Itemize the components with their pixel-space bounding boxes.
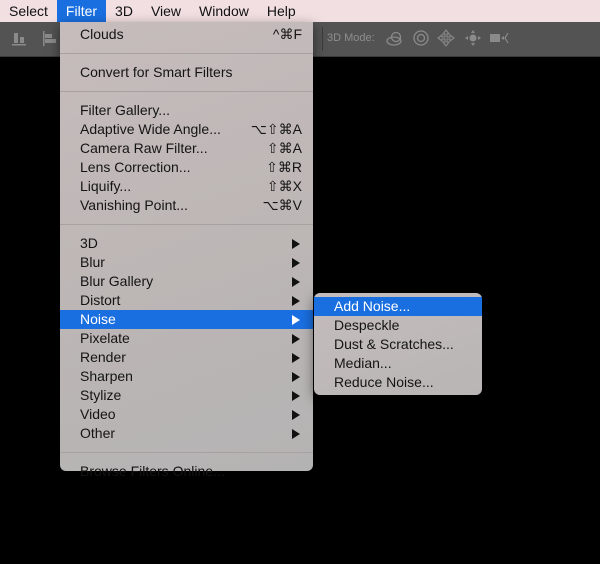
menu-item-vanishing-point[interactable]: Vanishing Point... ⌥⌘V	[60, 196, 313, 215]
menu-item-label: Distort	[80, 292, 121, 308]
menu-item-label: Blur	[80, 254, 105, 270]
submenu-arrow-icon	[292, 372, 300, 382]
menu-item-render[interactable]: Render	[60, 348, 313, 367]
submenu-arrow-icon	[292, 429, 300, 439]
menu-item-pixelate[interactable]: Pixelate	[60, 329, 313, 348]
menu-item-label: Sharpen	[80, 368, 133, 384]
menu-item-label: Adaptive Wide Angle...	[80, 121, 221, 137]
menu-separator	[60, 452, 313, 453]
menu-item-label: Liquify...	[80, 178, 132, 194]
shortcut: ⇧⌘X	[266, 178, 302, 194]
menu-item-label: Camera Raw Filter...	[80, 140, 208, 156]
menu-separator	[60, 91, 313, 92]
menu-item-label: Stylize	[80, 387, 122, 403]
shortcut: ⌥⌘V	[262, 197, 302, 213]
submenu-arrow-icon	[292, 315, 300, 325]
scale-3d-icon[interactable]	[490, 31, 510, 45]
menubar-view[interactable]: View	[142, 0, 190, 22]
menu-item-label: Video	[80, 406, 116, 422]
menu-item-stylize[interactable]: Stylize	[60, 386, 313, 405]
menubar-select[interactable]: Select	[0, 0, 57, 22]
menubar-3d[interactable]: 3D	[106, 0, 142, 22]
submenu-arrow-icon	[292, 391, 300, 401]
menu-item-label: Render	[80, 349, 126, 365]
menu-separator	[60, 53, 313, 54]
submenu-arrow-icon	[292, 239, 300, 249]
menu-item-label: Lens Correction...	[80, 159, 191, 175]
submenu-item-dust-scratches[interactable]: Dust & Scratches...	[314, 335, 482, 354]
submenu-item-median[interactable]: Median...	[314, 354, 482, 373]
3d-mode-label: 3D Mode:	[327, 32, 375, 44]
menu-item-label: Browse Filters Online...	[80, 463, 225, 479]
submenu-arrow-icon	[292, 334, 300, 344]
orbit-3d-icon[interactable]	[385, 30, 405, 48]
shortcut: ⇧⌘A	[266, 140, 302, 156]
menu-item-label: Filter Gallery...	[80, 102, 170, 118]
menu-item-lens-correction[interactable]: Lens Correction... ⇧⌘R	[60, 158, 313, 177]
noise-submenu: Add Noise... Despeckle Dust & Scratches.…	[314, 293, 482, 395]
slide-3d-icon[interactable]	[464, 29, 482, 47]
menu-item-filter-gallery[interactable]: Filter Gallery...	[60, 101, 313, 120]
menu-item-label: Convert for Smart Filters	[80, 64, 233, 80]
menu-item-label: Vanishing Point...	[80, 197, 188, 213]
submenu-arrow-icon	[292, 410, 300, 420]
toolbar-divider	[322, 27, 323, 51]
menu-item-camera-raw-filter[interactable]: Camera Raw Filter... ⇧⌘A	[60, 139, 313, 158]
submenu-arrow-icon	[292, 277, 300, 287]
menu-item-convert-smart-filters[interactable]: Convert for Smart Filters	[60, 63, 313, 82]
menu-item-blur-gallery[interactable]: Blur Gallery	[60, 272, 313, 291]
roll-3d-icon[interactable]	[412, 29, 430, 47]
submenu-item-despeckle[interactable]: Despeckle	[314, 316, 482, 335]
submenu-arrow-icon	[292, 258, 300, 268]
menu-item-label: Blur Gallery	[80, 273, 154, 289]
filter-menu: Clouds ^⌘F Convert for Smart Filters Fil…	[60, 22, 313, 479]
menubar-window[interactable]: Window	[190, 0, 258, 22]
menubar-filter[interactable]: Filter	[56, 0, 107, 22]
shortcut: ^⌘F	[272, 26, 302, 42]
menubar-help[interactable]: Help	[258, 0, 305, 22]
align-left-icon[interactable]	[42, 31, 58, 47]
menu-item-browse-filters-online[interactable]: Browse Filters Online...	[60, 462, 313, 481]
menu-separator	[60, 224, 313, 225]
submenu-item-reduce-noise[interactable]: Reduce Noise...	[314, 373, 482, 392]
shortcut: ⇧⌘R	[266, 159, 302, 175]
menu-item-blur[interactable]: Blur	[60, 253, 313, 272]
menu-item-label: Clouds	[80, 26, 124, 42]
menu-item-other[interactable]: Other	[60, 424, 313, 443]
menu-bar: Select Filter 3D View Window Help	[0, 0, 600, 22]
menu-item-label: 3D	[80, 235, 98, 251]
menu-item-label: Noise	[80, 311, 116, 327]
menu-item-noise[interactable]: Noise	[60, 310, 313, 329]
submenu-item-add-noise[interactable]: Add Noise...	[314, 297, 482, 316]
drag-3d-icon[interactable]	[437, 29, 455, 47]
menu-item-video[interactable]: Video	[60, 405, 313, 424]
menu-item-distort[interactable]: Distort	[60, 291, 313, 310]
menu-item-label: Pixelate	[80, 330, 130, 346]
menu-item-3d[interactable]: 3D	[60, 234, 313, 253]
submenu-arrow-icon	[292, 353, 300, 363]
menu-item-clouds[interactable]: Clouds ^⌘F	[60, 25, 313, 44]
menu-item-label: Other	[80, 425, 116, 441]
align-bottom-icon[interactable]	[12, 31, 28, 47]
submenu-arrow-icon	[292, 296, 300, 306]
menu-item-adaptive-wide-angle[interactable]: Adaptive Wide Angle... ⌥⇧⌘A	[60, 120, 313, 139]
menu-item-liquify[interactable]: Liquify... ⇧⌘X	[60, 177, 313, 196]
shortcut: ⌥⇧⌘A	[250, 121, 302, 137]
menu-item-sharpen[interactable]: Sharpen	[60, 367, 313, 386]
